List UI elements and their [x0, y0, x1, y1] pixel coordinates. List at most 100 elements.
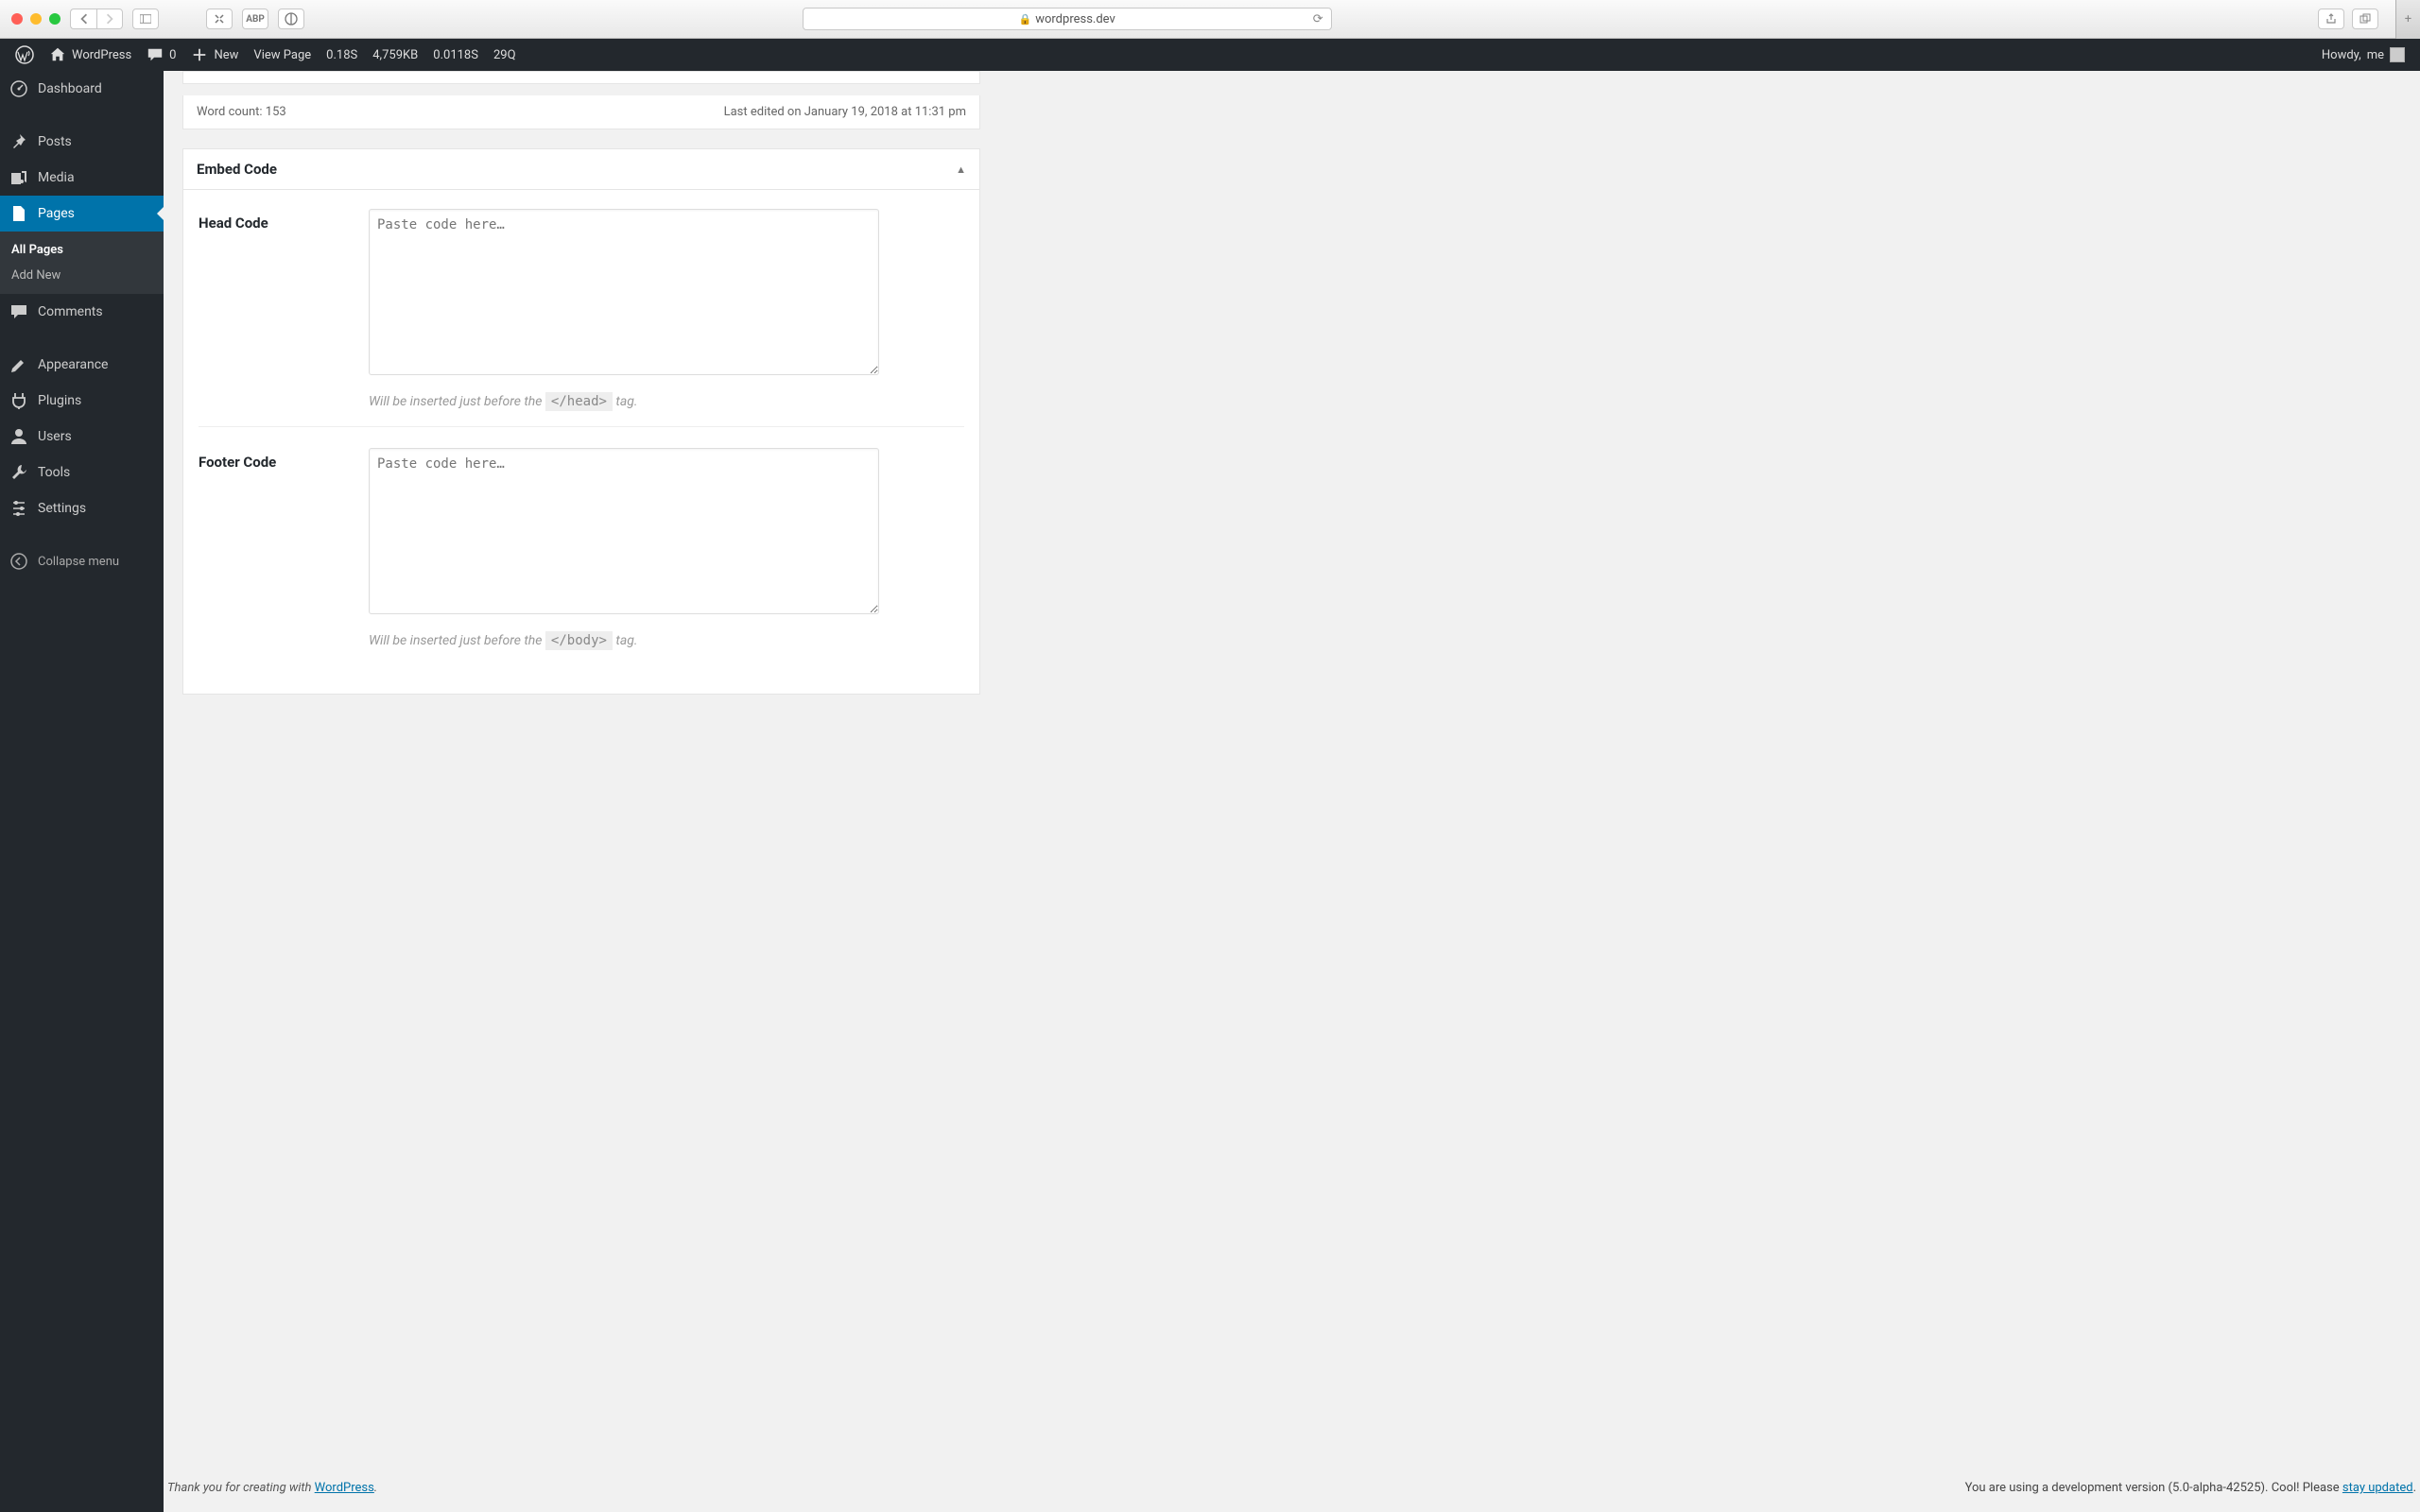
tools-icon — [9, 463, 28, 482]
minimize-window-icon[interactable] — [30, 13, 42, 25]
sidebar-separator — [0, 107, 164, 124]
extension-icon[interactable] — [278, 9, 304, 29]
collapse-icon — [9, 552, 28, 571]
new-content-link[interactable]: New — [183, 39, 246, 71]
pin-icon — [9, 132, 28, 151]
sidebar-item-tools[interactable]: Tools — [0, 455, 164, 490]
sidebar-label: Comments — [38, 304, 103, 319]
sidebar-separator — [0, 526, 164, 543]
sidebar-label: Posts — [38, 134, 72, 149]
new-tab-button[interactable]: + — [2395, 0, 2420, 39]
admin-footer: Thank you for creating with WordPress. Y… — [164, 1464, 2420, 1512]
howdy-user: me — [2367, 48, 2384, 62]
sidebar-toggle-button[interactable] — [132, 9, 159, 29]
new-label: New — [214, 48, 238, 62]
sidebar-item-dashboard[interactable]: Dashboard — [0, 71, 164, 107]
sidebar-item-posts[interactable]: Posts — [0, 124, 164, 160]
sidebar-item-users[interactable]: Users — [0, 419, 164, 455]
url-text: wordpress.dev — [1035, 12, 1115, 26]
comment-icon — [147, 46, 164, 63]
sidebar-label: Dashboard — [38, 81, 102, 96]
head-code-help: Will be inserted just before the </head>… — [369, 394, 964, 409]
last-edited: Last edited on January 19, 2018 at 11:31… — [724, 105, 966, 119]
plus-icon — [191, 46, 208, 63]
sidebar-separator — [0, 330, 164, 347]
word-count: Word count: 153 — [197, 105, 286, 119]
howdy-prefix: Howdy, — [2322, 48, 2361, 62]
tabs-button[interactable] — [2352, 9, 2378, 29]
footer-thanks: Thank you for creating with WordPress. — [167, 1481, 377, 1495]
maximize-window-icon[interactable] — [49, 13, 60, 25]
view-page-label: View Page — [253, 48, 311, 62]
appearance-icon — [9, 355, 28, 374]
editor-area — [182, 71, 980, 84]
footer-code-field: Footer Code Will be inserted just before… — [199, 448, 964, 648]
head-tag-code: </head> — [545, 392, 613, 411]
editor-statusbar: Word count: 153 Last edited on January 1… — [182, 95, 980, 129]
sidebar-item-settings[interactable]: Settings — [0, 490, 164, 526]
sidebar-item-media[interactable]: Media — [0, 160, 164, 196]
comments-link[interactable]: 0 — [139, 39, 183, 71]
footer-code-label: Footer Code — [199, 448, 340, 648]
my-account-link[interactable]: Howdy, me — [2314, 39, 2412, 71]
submenu-add-new[interactable]: Add New — [0, 263, 164, 288]
head-code-textarea[interactable] — [369, 209, 879, 375]
debug-time2[interactable]: 0.0118S — [425, 39, 486, 71]
url-bar[interactable]: 🔒 wordpress.dev ⟳ — [803, 8, 1332, 30]
pages-submenu: All Pages Add New — [0, 232, 164, 294]
stay-updated-link[interactable]: stay updated — [2342, 1481, 2413, 1495]
metabox-body: Head Code Will be inserted just before t… — [183, 190, 979, 694]
footer-code-help: Will be inserted just before the </body>… — [369, 633, 964, 648]
embed-code-metabox: Embed Code ▲ Head Code Will be inserted … — [182, 148, 980, 695]
home-icon — [49, 46, 66, 63]
reader-icon[interactable] — [206, 9, 233, 29]
metabox-toggle-icon[interactable]: ▲ — [956, 163, 966, 176]
submenu-all-pages[interactable]: All Pages — [0, 237, 164, 263]
footer-code-textarea[interactable] — [369, 448, 879, 614]
admin-sidebar: Dashboard Posts Media Pages All Pages Ad… — [0, 71, 164, 1512]
debug-memory[interactable]: 4,759KB — [365, 39, 425, 71]
body-tag-code: </body> — [545, 631, 613, 650]
sidebar-item-comments[interactable]: Comments — [0, 294, 164, 330]
pages-icon — [9, 204, 28, 223]
sidebar-label: Tools — [38, 465, 70, 480]
sidebar-label: Plugins — [38, 393, 81, 408]
comments-icon — [9, 302, 28, 321]
sidebar-label: Settings — [38, 501, 86, 516]
debug-time1[interactable]: 0.18S — [319, 39, 365, 71]
head-code-field: Head Code Will be inserted just before t… — [199, 209, 964, 409]
sidebar-item-pages[interactable]: Pages — [0, 196, 164, 232]
collapse-menu-button[interactable]: Collapse menu — [0, 543, 164, 579]
dashboard-icon — [9, 79, 28, 98]
sidebar-label: Pages — [38, 206, 75, 221]
reload-icon[interactable]: ⟳ — [1313, 12, 1323, 26]
field-divider — [199, 426, 964, 427]
media-icon — [9, 168, 28, 187]
debug-queries[interactable]: 29Q — [486, 39, 524, 71]
close-window-icon[interactable] — [11, 13, 23, 25]
sidebar-item-plugins[interactable]: Plugins — [0, 383, 164, 419]
comments-count: 0 — [169, 48, 176, 62]
site-name-label: WordPress — [72, 48, 131, 62]
wordpress-link[interactable]: WordPress — [315, 1481, 374, 1495]
sidebar-label: Collapse menu — [38, 555, 119, 569]
head-code-label: Head Code — [199, 209, 340, 409]
lock-icon: 🔒 — [1019, 13, 1032, 26]
sidebar-item-appearance[interactable]: Appearance — [0, 347, 164, 383]
wp-logo-icon[interactable] — [8, 39, 42, 71]
view-page-link[interactable]: View Page — [246, 39, 319, 71]
metabox-title: Embed Code — [197, 161, 277, 178]
share-button[interactable] — [2318, 9, 2344, 29]
site-name-link[interactable]: WordPress — [42, 39, 139, 71]
users-icon — [9, 427, 28, 446]
nav-back-forward — [70, 9, 123, 29]
back-button[interactable] — [70, 9, 96, 29]
forward-button[interactable] — [96, 9, 123, 29]
sidebar-label: Appearance — [38, 357, 108, 372]
settings-icon — [9, 499, 28, 518]
sidebar-label: Media — [38, 170, 75, 185]
window-controls — [11, 13, 60, 25]
metabox-header[interactable]: Embed Code ▲ — [183, 149, 979, 190]
browser-chrome: ABP 🔒 wordpress.dev ⟳ + — [0, 0, 2420, 39]
abp-icon[interactable]: ABP — [242, 9, 268, 29]
